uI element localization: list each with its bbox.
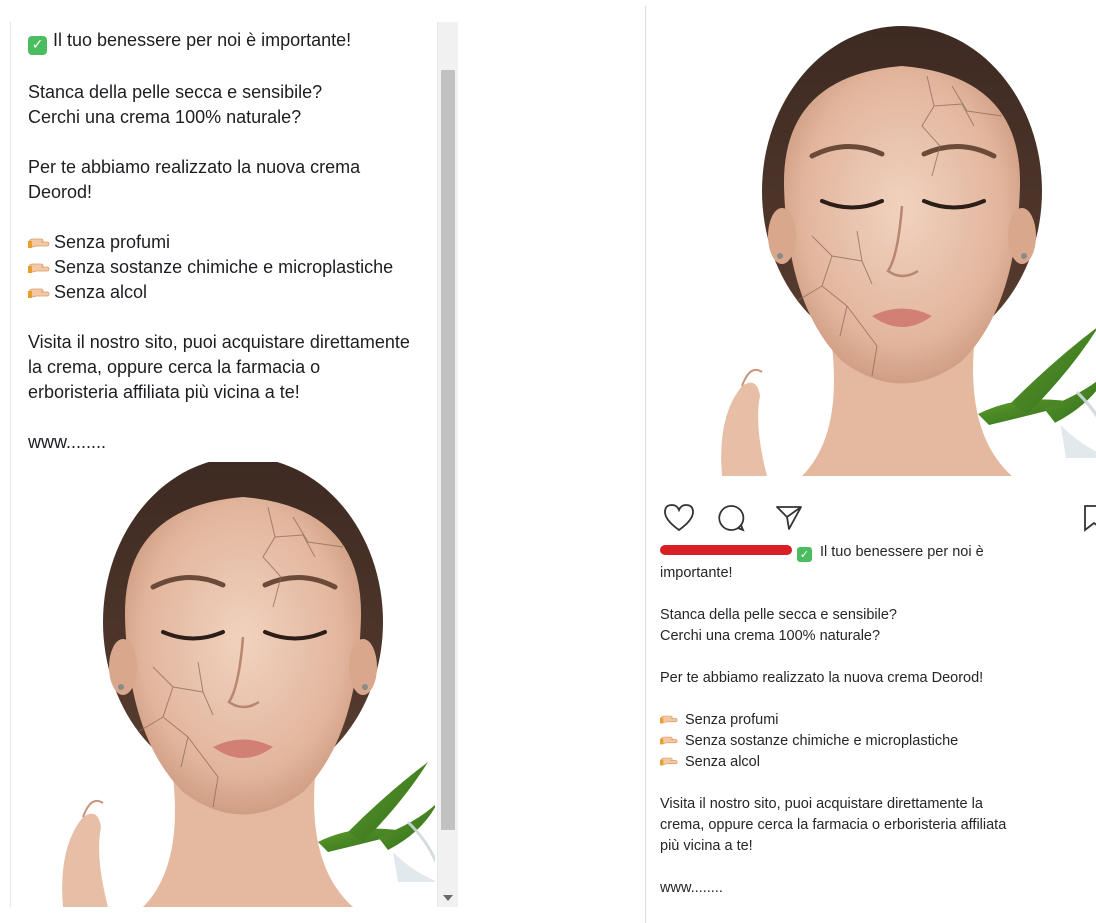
left-headline: Il tuo benessere per noi è importante! (53, 30, 352, 50)
left-post-caption: ✓ Il tuo benessere per noi è importante! … (28, 28, 440, 480)
bookmark-icon[interactable] (1082, 503, 1096, 533)
check-icon: ✓ (28, 36, 47, 55)
pointing-hand-icon (660, 757, 678, 766)
right-post-caption: ✓ Il tuo benessere per noi è importante! … (660, 542, 1096, 920)
redacted-username (660, 545, 792, 555)
post-actions-bar (662, 503, 1096, 535)
right-bullet-text: Senza profumi (685, 712, 779, 728)
left-bullet: Senza alcol (28, 280, 440, 305)
left-question-1: Stanca della pelle secca e sensibile? (28, 82, 323, 102)
right-visit-3: più vicina a te! (660, 838, 753, 854)
scroll-down-arrow-icon[interactable] (443, 895, 453, 901)
right-headline-1: Il tuo benessere per noi è (820, 544, 984, 560)
right-bullet-text: Senza sostanze chimiche e microplastiche (685, 733, 959, 749)
right-visit-2: crema, oppure cerca la farmacia o erbori… (660, 817, 1007, 833)
right-post-preview: ✓ Il tuo benessere per noi è importante! … (645, 6, 1096, 923)
left-bullet: Senza sostanze chimiche e microplastiche (28, 255, 440, 280)
left-bullet: Senza profumi (28, 230, 440, 255)
pointing-hand-icon (28, 238, 50, 249)
pointing-hand-icon (28, 263, 50, 274)
right-intro: Per te abbiamo realizzato la nuova crema… (660, 670, 984, 686)
scrollbar[interactable] (437, 22, 458, 907)
pointing-hand-icon (660, 736, 678, 745)
left-link[interactable]: www........ (28, 430, 440, 455)
right-bullet: Senza alcol (660, 752, 1096, 773)
left-bullet-text: Senza sostanze chimiche e microplastiche (54, 257, 394, 277)
right-bullet: Senza profumi (660, 710, 1096, 731)
left-bullet-text: Senza alcol (54, 282, 148, 302)
left-visit-1: Visita il nostro sito, puoi acquistare d… (28, 332, 410, 352)
left-question-2: Cerchi una crema 100% naturale? (28, 107, 302, 127)
right-bullet-text: Senza alcol (685, 754, 760, 770)
check-icon: ✓ (797, 547, 812, 562)
pointing-hand-icon (28, 288, 50, 299)
left-bullet-text: Senza profumi (54, 232, 171, 252)
right-bullet: Senza sostanze chimiche e microplastiche (660, 731, 1096, 752)
right-visit-1: Visita il nostro sito, puoi acquistare d… (660, 796, 983, 812)
share-icon[interactable] (774, 503, 804, 533)
left-visit-3: erboristeria affiliata più vicina a te! (28, 382, 300, 402)
heart-icon[interactable] (662, 503, 696, 533)
post-image[interactable] (53, 462, 435, 907)
right-question-2: Cerchi una crema 100% naturale? (660, 628, 881, 644)
right-headline-2: importante! (660, 565, 733, 581)
left-post-preview: ✓ Il tuo benessere per noi è importante! … (10, 22, 458, 907)
right-link[interactable]: www........ (660, 878, 1096, 899)
right-question-1: Stanca della pelle secca e sensibile? (660, 607, 897, 623)
comment-icon[interactable] (716, 503, 746, 533)
left-visit-2: la crema, oppure cerca la farmacia o (28, 357, 321, 377)
left-intro-1: Per te abbiamo realizzato la nuova crema (28, 157, 361, 177)
pointing-hand-icon (660, 715, 678, 724)
left-intro-2: Deorod! (28, 182, 93, 202)
scrollbar-thumb[interactable] (441, 70, 455, 830)
post-image[interactable] (708, 6, 1096, 490)
